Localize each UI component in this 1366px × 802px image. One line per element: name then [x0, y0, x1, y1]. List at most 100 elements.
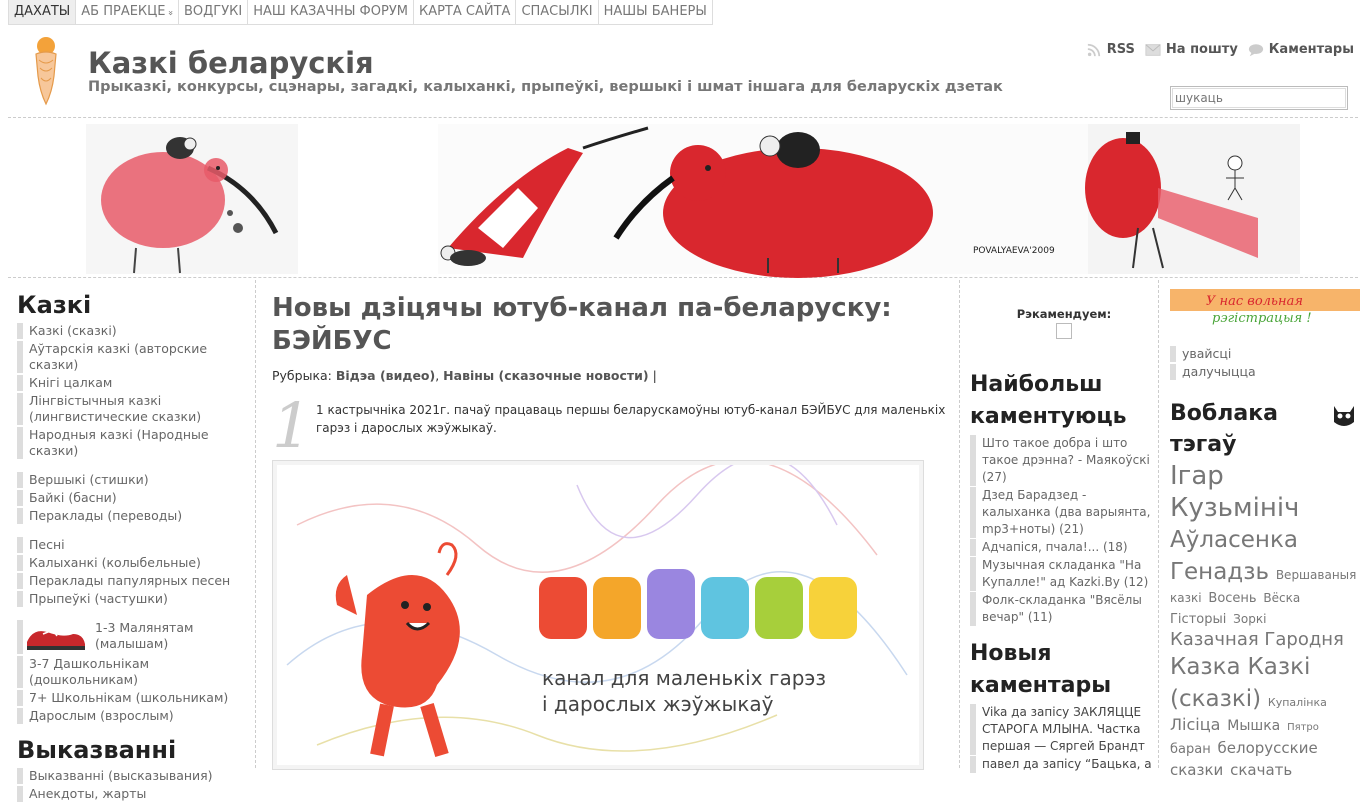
sidebar-item[interactable]: Песні [17, 537, 255, 553]
tag-link[interactable]: Вёска [1263, 591, 1300, 605]
image-line-1: канал для маленькіх гарэз [542, 666, 826, 690]
shoe-icon [27, 629, 85, 650]
post-title[interactable]: Новы дзіцячы ютуб-канал па-беларуску: БЭ… [272, 292, 912, 358]
cat-icon [1334, 406, 1354, 426]
reg-line-2: рэгістрацыя ! [1212, 311, 1312, 325]
auth-links: увайсці далучыцца [1170, 346, 1366, 380]
register-link[interactable]: далучыцца [1170, 364, 1366, 380]
tag-link[interactable]: скачать [1230, 761, 1292, 779]
post-rubric: Рубрыка: Відэа (видео), Навіны (сказочны… [272, 368, 657, 383]
mail-link[interactable]: На пошту [1145, 42, 1238, 57]
logo-icon[interactable] [30, 36, 62, 106]
image-line-2: і дарослых жэўжыкаў [542, 692, 774, 716]
header-links: RSS На пошту Каментары [1086, 42, 1354, 57]
sidebar-item[interactable]: Казкі (сказкі) [17, 323, 255, 339]
tag-link[interactable]: Казачная Гародня [1170, 629, 1344, 650]
sidebar-item[interactable]: Прыпеўкі (частушки) [17, 591, 255, 607]
new-comment-item[interactable]: павел да запісу “Бацька, а [970, 756, 1158, 773]
chevron-down-icon: » [165, 10, 176, 16]
recommend-image-icon[interactable] [1056, 323, 1072, 339]
nav-item-label: АБ ПРАЕКЦЕ [81, 4, 166, 19]
tag-link[interactable]: Восень [1208, 591, 1256, 606]
vykazvanni-heading: Выказванні [17, 736, 177, 764]
tag-link[interactable]: Зоркі [1233, 612, 1266, 626]
tag-cloud: Ігар Кузьмініч Аўласенка Генадзь Вершава… [1170, 460, 1360, 781]
rubric-link-video[interactable]: Відэа (видео) [336, 368, 435, 383]
reg-line-1: У нас вольная [1206, 294, 1303, 309]
most-commented-item[interactable]: Фолк-складанка "Вясёлы вечар" (11) [970, 592, 1158, 626]
nav-item-label: НАШЫ БАНЕРЫ [603, 4, 707, 19]
registration-art: У нас вольная рэгістрацыя ! [1170, 289, 1360, 326]
registration-banner[interactable]: У нас вольная рэгістрацыя ! [1170, 289, 1360, 326]
banner: POVALYAEVA'2009 [8, 118, 1358, 278]
most-commented-item[interactable]: Адчапіся, пчала!... (18) [970, 539, 1158, 556]
rubric-link-news[interactable]: Навіны (сказочные новости) [443, 368, 648, 383]
middle-sidebar: Рэкамендуем: Найбольш каментуюць Што так… [962, 280, 1159, 773]
nav-item[interactable]: КАРТА САЙТА [414, 0, 517, 24]
tag-link[interactable]: Ігар Кузьмініч [1170, 461, 1299, 523]
nav-item[interactable]: АБ ПРАЕКЦЕ» [76, 0, 179, 24]
sidebar-item[interactable]: 3-7 Дашкольнікам (дошкольникам) [17, 656, 255, 688]
post-image-inner: канал для маленькіх гарэз і дарослых жэў… [277, 465, 919, 765]
age-1-3-label: 1-3 Малянятам (малышам) [95, 620, 194, 651]
sidebar-item[interactable]: Лінгвістычныя казкі (лингвистические ска… [17, 393, 255, 425]
tag-cloud-heading: Воблака тэгаў [1170, 398, 1366, 460]
tag-link[interactable]: Мышка [1227, 718, 1280, 734]
rss-link[interactable]: RSS [1086, 42, 1135, 57]
tag-link[interactable]: Пятро [1287, 722, 1319, 733]
comments-link[interactable]: Каментары [1248, 42, 1354, 57]
sidebar-item[interactable]: Аўтарскія казкі (авторские сказки) [17, 341, 255, 373]
sidebar-item[interactable]: Вершыкі (стишки) [17, 472, 255, 488]
login-link[interactable]: увайсці [1170, 346, 1366, 362]
most-commented-item[interactable]: Музычная складанка "На Купалле!" ад Kazk… [970, 557, 1158, 591]
post-date-row: 1 1 кастрычніка 2021г. пачаў працаваць п… [272, 395, 959, 457]
vykazvanni-list: Выказванні (высказывания) Анекдоты, жарт… [17, 768, 255, 802]
tag-cloud-title: Воблака тэгаў [1170, 401, 1278, 457]
nav-item-label: СПАСЫЛКІ [521, 4, 593, 19]
search-input[interactable] [1172, 88, 1346, 108]
tag-link[interactable]: баран [1170, 742, 1211, 757]
sidebar-item[interactable]: Байкі (басни) [17, 490, 255, 506]
recommend-label: Рэкамендуем: [1016, 307, 1112, 321]
tag-link[interactable]: Гісторыі [1170, 612, 1226, 627]
sidebar-item[interactable]: Выказванні (высказывания) [17, 768, 255, 784]
sidebar-item[interactable]: 7+ Школьнікам (школьникам) [17, 690, 255, 706]
mail-label: На пошту [1165, 42, 1238, 57]
nav-item-label: НАШ КАЗАЧНЫ ФОРУМ [253, 4, 408, 19]
sidebar-item[interactable]: Дарослым (взрослым) [17, 708, 255, 724]
new-comment-item[interactable]: Vika да запісу ЗАКЛЯЦЦЕ СТАРОГА МЛЫНА. Ч… [970, 704, 1158, 755]
banner-signature: POVALYAEVA'2009 [973, 246, 1055, 256]
comments-label: Каментары [1268, 42, 1354, 57]
nav-item[interactable]: ДАХАТЫ [9, 0, 77, 24]
nav-item[interactable]: СПАСЫЛКІ [516, 0, 599, 24]
nav-item[interactable]: НАШЫ БАНЕРЫ [599, 0, 712, 24]
rubric-label: Рубрыка: [272, 368, 332, 383]
sidebar-item-age-1-3[interactable]: 1-3 Малянятам (малышам) [17, 620, 255, 654]
site-description: Прыказкі, конкурсы, сцэнары, загадкі, ка… [88, 79, 1003, 95]
tag-link[interactable]: Казка [1170, 654, 1241, 680]
banner-illustration: POVALYAEVA'2009 [86, 124, 1300, 278]
sidebar-item[interactable]: Анекдоты, жарты [17, 786, 255, 802]
tag-link[interactable]: Лісіца [1170, 715, 1220, 734]
sidebar-item[interactable]: Кнігі цалкам [17, 375, 255, 391]
site-header: Казкі беларускія Прыказкі, конкурсы, сцэ… [8, 36, 1358, 118]
nav-item[interactable]: ВОДГУКІ [179, 0, 249, 24]
sidebar-item[interactable]: Народныя казкі (Народные сказки) [17, 427, 255, 459]
nav-item-label: ДАХАТЫ [14, 4, 71, 19]
tag-link[interactable]: Купалінка [1268, 696, 1327, 709]
most-commented-item[interactable]: Дзед Барадзед - калыханка (два варыянта,… [970, 487, 1158, 538]
nav-item[interactable]: НАШ КАЗАЧНЫ ФОРУМ [248, 0, 414, 24]
rss-icon [1087, 43, 1100, 56]
most-commented-item[interactable]: Што такое добра і што такое дрэнна? - Ма… [970, 435, 1158, 486]
baybus-artwork: канал для маленькіх гарэз і дарослых жэў… [286, 465, 908, 758]
sidebar-item[interactable]: Калыханкі (колыбельные) [17, 555, 255, 571]
post-intro: 1 кастрычніка 2021г. пачаў працаваць пер… [316, 403, 946, 435]
search-box [1170, 86, 1348, 110]
site-title[interactable]: Казкі беларускія [88, 46, 374, 80]
sidebar-item[interactable]: Пераклады папулярных песен [17, 573, 255, 589]
post-day-number: 1 [272, 389, 312, 462]
sidebar-item[interactable]: Пераклады (переводы) [17, 508, 255, 524]
most-commented-heading: Найбольш каментуюць [970, 372, 1127, 429]
left-sidebar: Казкі Казкі (сказкі) Аўтарскія казкі (ав… [8, 280, 256, 802]
post-image[interactable]: канал для маленькіх гарэз і дарослых жэў… [272, 460, 924, 770]
